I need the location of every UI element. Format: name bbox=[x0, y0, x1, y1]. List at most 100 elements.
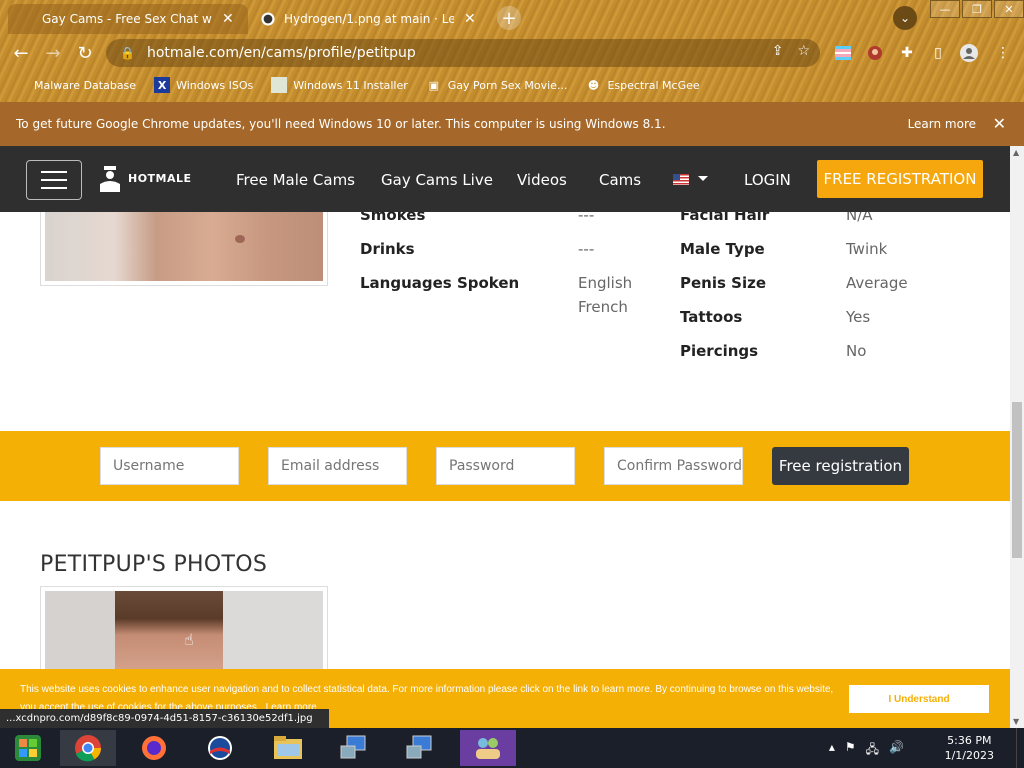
extension-flag-icon[interactable] bbox=[832, 42, 854, 64]
scroll-down-icon[interactable]: ▼ bbox=[1013, 717, 1019, 726]
page-scrollbar[interactable]: ▲ ▼ bbox=[1010, 146, 1024, 728]
attr-tattoos-label: Tattoos bbox=[680, 308, 743, 326]
minimize-icon[interactable]: — bbox=[930, 0, 960, 18]
taskbar-clock[interactable]: 5:36 PM 1/1/2023 bbox=[945, 733, 994, 763]
close-window-icon[interactable]: ✕ bbox=[994, 0, 1024, 18]
tab-github[interactable]: Hydrogen/1.png at main · LeoLezu ✕ bbox=[250, 4, 490, 34]
cookie-accept-button[interactable]: I Understand bbox=[849, 685, 989, 713]
taskbar-app-obama[interactable] bbox=[192, 730, 248, 766]
box-icon: ▣ bbox=[428, 78, 439, 92]
image-icon bbox=[271, 77, 288, 93]
flag-icon[interactable]: ⚑ bbox=[845, 740, 856, 761]
taskbar-file-explorer[interactable] bbox=[260, 730, 316, 766]
bookmarks-bar: Malware Database X Windows ISOs Windows … bbox=[0, 72, 1024, 98]
window-controls: — ❐ ✕ bbox=[928, 0, 1024, 18]
attr-piercings-label: Piercings bbox=[680, 342, 759, 360]
clock-date: 1/1/2023 bbox=[944, 749, 994, 762]
windows-logo-icon bbox=[15, 735, 41, 761]
nav-free-registration-button[interactable]: FREE REGISTRATION bbox=[817, 160, 983, 198]
firefox-icon bbox=[142, 736, 166, 760]
attr-piercings-value: No bbox=[846, 342, 867, 360]
profile-icon[interactable] bbox=[958, 42, 980, 64]
infobar-message: To get future Google Chrome updates, you… bbox=[16, 117, 666, 131]
clock-time: 5:36 PM bbox=[947, 734, 992, 747]
reload-icon[interactable]: ↻ bbox=[72, 40, 98, 66]
attr-penis-size-value: Average bbox=[846, 274, 908, 292]
url-text: hotmale.com/en/cams/profile/petitpup bbox=[146, 45, 416, 61]
tab-label: Hydrogen/1.png at main · LeoLezu bbox=[284, 12, 454, 26]
start-button[interactable] bbox=[0, 730, 56, 766]
close-icon[interactable]: ✕ bbox=[993, 114, 1006, 133]
nav-videos[interactable]: Videos bbox=[517, 171, 567, 189]
bookmark-label: Espectral McGee bbox=[607, 78, 700, 92]
taskbar-users-app[interactable] bbox=[460, 730, 516, 766]
free-registration-button[interactable]: Free registration bbox=[772, 447, 909, 485]
attr-tattoos-value: Yes bbox=[846, 308, 871, 326]
tab-gay-cams[interactable]: Gay Cams - Free Sex Chat with S ✕ bbox=[8, 4, 248, 34]
omnibox-icons: ⇪ ☆ bbox=[772, 43, 810, 59]
computer-icon bbox=[406, 735, 432, 759]
show-desktop-button[interactable] bbox=[1016, 728, 1024, 768]
tab-search-icon[interactable]: ⌄ bbox=[893, 6, 917, 30]
taskbar-chrome[interactable] bbox=[60, 730, 116, 766]
taskbar-remote-desktop-1[interactable] bbox=[326, 730, 382, 766]
nav-cams[interactable]: Cams bbox=[599, 171, 641, 189]
volume-icon[interactable]: 🔊 bbox=[889, 740, 904, 761]
attr-male-type-value: Twink bbox=[846, 240, 888, 258]
confirm-password-input[interactable] bbox=[604, 447, 743, 485]
back-icon[interactable]: ← bbox=[8, 40, 34, 66]
lock-icon: 🔒 bbox=[120, 46, 135, 60]
attr-drinks-label: Drinks bbox=[360, 240, 415, 258]
extension-avatar-icon[interactable] bbox=[864, 42, 886, 64]
nav-gay-cams-live[interactable]: Gay Cams Live bbox=[381, 171, 493, 189]
logo-text: HOTMALE bbox=[128, 171, 192, 185]
restore-icon[interactable]: ❐ bbox=[962, 0, 992, 18]
bookmark-label: Windows 11 Installer bbox=[293, 78, 408, 92]
scroll-up-icon[interactable]: ▲ bbox=[1013, 148, 1019, 157]
tray-chevron-up-icon[interactable]: ▴ bbox=[829, 740, 835, 761]
attr-male-type-label: Male Type bbox=[680, 240, 765, 258]
bookmark-label: Windows ISOs bbox=[176, 78, 254, 92]
site-logo[interactable]: HOTMALE bbox=[98, 166, 192, 192]
password-input[interactable] bbox=[436, 447, 575, 485]
email-input[interactable] bbox=[268, 447, 407, 485]
chrome-icon bbox=[75, 735, 102, 762]
chevron-down-icon[interactable] bbox=[698, 176, 708, 181]
character-icon: ☻ bbox=[587, 78, 600, 92]
hamburger-menu-icon[interactable] bbox=[26, 160, 82, 200]
close-icon[interactable]: ✕ bbox=[464, 11, 476, 27]
bookmark-windows-11-installer[interactable]: Windows 11 Installer bbox=[271, 77, 408, 93]
new-tab-button[interactable]: + bbox=[497, 6, 521, 30]
address-bar[interactable]: 🔒 hotmale.com/en/cams/profile/petitpup ⇪… bbox=[106, 39, 820, 67]
scrollbar-thumb[interactable] bbox=[1012, 402, 1022, 558]
us-flag-icon[interactable] bbox=[673, 174, 689, 185]
bookmark-malware-database[interactable]: Malware Database bbox=[12, 77, 136, 93]
menu-kebab-icon[interactable]: ⋮ bbox=[992, 42, 1014, 64]
chrome-update-infobar: To get future Google Chrome updates, you… bbox=[0, 102, 1024, 146]
bookmark-espectral-mcgee[interactable]: ☻ Espectral McGee bbox=[585, 77, 700, 93]
network-icon[interactable]: 🖧 bbox=[866, 740, 879, 761]
taskbar-firefox[interactable] bbox=[126, 730, 182, 766]
browser-toolbar: ← → ↻ 🔒 hotmale.com/en/cams/profile/peti… bbox=[0, 36, 1024, 70]
attr-languages-value-2: French bbox=[578, 298, 628, 316]
bookmark-favicon-icon bbox=[12, 77, 28, 93]
logo-mark-icon bbox=[100, 166, 120, 192]
close-icon[interactable]: ✕ bbox=[222, 11, 234, 27]
username-input[interactable] bbox=[100, 447, 239, 485]
forward-icon[interactable]: → bbox=[40, 40, 66, 66]
star-icon[interactable]: ☆ bbox=[797, 43, 810, 59]
site-favicon-icon bbox=[18, 11, 34, 27]
bookmark-gay-porn[interactable]: ▣ Gay Porn Sex Movie... bbox=[426, 77, 568, 93]
extensions-puzzle-icon[interactable]: ✚ bbox=[896, 42, 918, 64]
nav-login[interactable]: LOGIN bbox=[744, 171, 791, 189]
github-icon bbox=[260, 11, 276, 27]
registration-band: Free registration bbox=[0, 431, 1010, 501]
taskbar-remote-desktop-2[interactable] bbox=[392, 730, 448, 766]
nav-free-male-cams[interactable]: Free Male Cams bbox=[236, 171, 355, 189]
infobar-learn-more-link[interactable]: Learn more bbox=[908, 117, 976, 131]
side-panel-icon[interactable]: ▯ bbox=[927, 42, 949, 64]
bookmark-windows-isos[interactable]: X Windows ISOs bbox=[154, 77, 253, 93]
attr-drinks-value: --- bbox=[578, 240, 595, 258]
share-icon[interactable]: ⇪ bbox=[772, 43, 784, 59]
folder-icon bbox=[274, 736, 302, 759]
